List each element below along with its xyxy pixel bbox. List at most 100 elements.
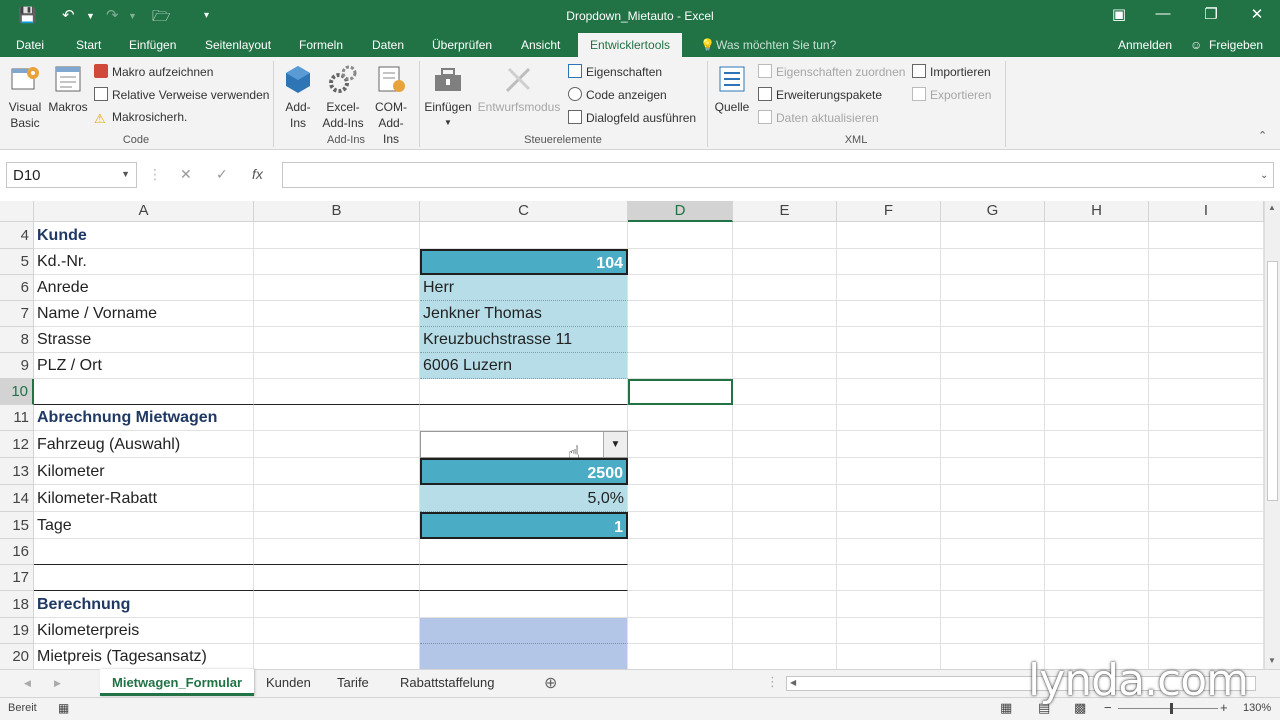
cell-f6[interactable] (837, 275, 941, 301)
cell-b16[interactable] (254, 539, 420, 565)
cell-e19[interactable] (733, 618, 837, 644)
cell-g14[interactable] (941, 485, 1045, 512)
insert-control-button[interactable]: Einfügen ▼ (424, 63, 472, 131)
cell-g16[interactable] (941, 539, 1045, 565)
cell-a13[interactable]: Kilometer (34, 458, 254, 485)
sheet-tab-mietwagen-formular[interactable]: Mietwagen_Formular (100, 669, 255, 696)
row-header-18[interactable]: 18 (0, 591, 34, 618)
cell-e5[interactable] (733, 249, 837, 275)
cell-f18[interactable] (837, 591, 941, 618)
cell-h9[interactable] (1045, 353, 1149, 379)
refresh-data-button[interactable]: Daten aktualisieren (758, 110, 879, 125)
cell-c5[interactable]: 104 (420, 249, 628, 275)
cell-f17[interactable] (837, 565, 941, 591)
cell-a7[interactable]: Name / Vorname (34, 301, 254, 327)
column-header-h[interactable]: H (1045, 201, 1149, 222)
cell-f13[interactable] (837, 458, 941, 485)
scroll-up-icon[interactable]: ▲ (1268, 203, 1276, 212)
cell-g15[interactable] (941, 512, 1045, 539)
enter-icon[interactable]: ✓ (216, 166, 228, 183)
column-header-g[interactable]: G (941, 201, 1045, 222)
cell-b19[interactable] (254, 618, 420, 644)
scroll-left-icon[interactable]: ◀ (790, 678, 796, 687)
cell-d12[interactable] (628, 431, 733, 458)
cell-h19[interactable] (1045, 618, 1149, 644)
cell-d20[interactable] (628, 644, 733, 669)
next-sheet-icon[interactable]: ▶ (54, 678, 61, 689)
cell-e6[interactable] (733, 275, 837, 301)
cell-d19[interactable] (628, 618, 733, 644)
cell-i16[interactable] (1149, 539, 1264, 565)
cell-a18[interactable]: Berechnung (34, 591, 254, 618)
active-cell-d10[interactable] (628, 379, 733, 405)
tab-developer[interactable]: Entwicklertools (578, 33, 683, 58)
cell-e18[interactable] (733, 591, 837, 618)
cell-e9[interactable] (733, 353, 837, 379)
cell-c16[interactable] (420, 539, 628, 565)
column-header-e[interactable]: E (733, 201, 837, 222)
cell-h15[interactable] (1045, 512, 1149, 539)
cell-i5[interactable] (1149, 249, 1264, 275)
cell-f12[interactable] (837, 431, 941, 458)
tell-me-box[interactable]: Was möchten Sie tun? (716, 38, 836, 52)
cell-i14[interactable] (1149, 485, 1264, 512)
macro-security-button[interactable]: ⚠ Makrosicherh. (94, 110, 187, 126)
cell-h16[interactable] (1045, 539, 1149, 565)
cell-d14[interactable] (628, 485, 733, 512)
macro-record-status-icon[interactable]: ▦ (58, 701, 69, 715)
tab-view[interactable]: Ansicht (521, 38, 560, 52)
cell-d11[interactable] (628, 405, 733, 431)
cell-d15[interactable] (628, 512, 733, 539)
cell-i6[interactable] (1149, 275, 1264, 301)
view-code-button[interactable]: Code anzeigen (568, 87, 667, 102)
expansion-packs-button[interactable]: Erweiterungspakete (758, 87, 882, 102)
name-box[interactable]: D10 ▼ (6, 162, 137, 188)
cell-i15[interactable] (1149, 512, 1264, 539)
cell-h4[interactable] (1045, 222, 1149, 249)
cell-a11[interactable]: Abrechnung Mietwagen (34, 405, 254, 431)
row-header-7[interactable]: 7 (0, 301, 34, 327)
cell-h8[interactable] (1045, 327, 1149, 353)
cell-c9[interactable]: 6006 Luzern (420, 353, 628, 379)
visual-basic-button[interactable]: Visual Basic (6, 63, 44, 131)
cell-d5[interactable] (628, 249, 733, 275)
cell-h6[interactable] (1045, 275, 1149, 301)
cell-b14[interactable] (254, 485, 420, 512)
design-mode-button[interactable]: Entwurfsmodus (476, 63, 562, 115)
cell-e7[interactable] (733, 301, 837, 327)
tab-file[interactable]: Datei (16, 38, 44, 52)
ribbon-display-options-icon[interactable]: ▣ (1104, 5, 1134, 23)
xml-source-button[interactable]: Quelle (712, 63, 752, 115)
cell-a19[interactable]: Kilometerpreis (34, 618, 254, 644)
cell-f11[interactable] (837, 405, 941, 431)
cell-a17[interactable] (34, 565, 254, 591)
cell-e16[interactable] (733, 539, 837, 565)
cell-c11[interactable] (420, 405, 628, 431)
row-header-16[interactable]: 16 (0, 539, 34, 565)
tab-insert[interactable]: Einfügen (129, 38, 176, 52)
record-macro-button[interactable]: Makro aufzeichnen (94, 64, 213, 79)
sheet-tab-rabattstaffelung[interactable]: Rabattstaffelung (400, 675, 494, 690)
cell-g4[interactable] (941, 222, 1045, 249)
tab-review[interactable]: Überprüfen (432, 38, 492, 52)
properties-button[interactable]: Eigenschaften (568, 64, 662, 79)
cell-i8[interactable] (1149, 327, 1264, 353)
row-header-13[interactable]: 13 (0, 458, 34, 485)
cell-h11[interactable] (1045, 405, 1149, 431)
cell-f5[interactable] (837, 249, 941, 275)
cell-i10[interactable] (1149, 379, 1264, 405)
cell-b10[interactable] (254, 379, 420, 405)
cell-d6[interactable] (628, 275, 733, 301)
sheet-tab-kunden[interactable]: Kunden (266, 675, 311, 690)
cell-b12[interactable] (254, 431, 420, 458)
cell-b15[interactable] (254, 512, 420, 539)
cell-c8[interactable]: Kreuzbuchstrasse 11 (420, 327, 628, 353)
row-header-9[interactable]: 9 (0, 353, 34, 379)
cell-d17[interactable] (628, 565, 733, 591)
cell-f15[interactable] (837, 512, 941, 539)
cell-c18[interactable] (420, 591, 628, 618)
tab-page-layout[interactable]: Seitenlayout (205, 38, 271, 52)
cell-h5[interactable] (1045, 249, 1149, 275)
cell-b4[interactable] (254, 222, 420, 249)
cell-b7[interactable] (254, 301, 420, 327)
